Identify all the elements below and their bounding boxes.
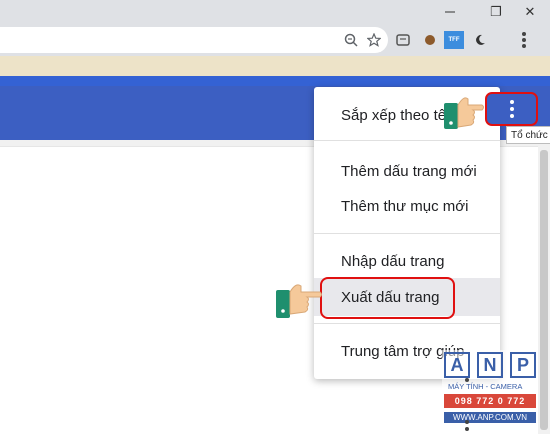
close-icon: ✕ [524,4,536,19]
watermark-tagline: MÁY TÍNH - CAMERA [448,382,523,391]
kebab-icon [509,100,514,104]
pointing-hand-icon [442,89,484,138]
menu-item-add-bookmark[interactable]: Thêm dấu trang mới [314,153,500,189]
star-icon[interactable] [364,30,384,50]
pointing-hand-icon [274,278,324,327]
close-window-button[interactable]: ✕ [510,0,550,24]
moon-icon[interactable] [470,30,490,50]
minimize-icon [445,11,455,13]
watermark-letter: A [444,352,470,378]
scrollbar-thumb[interactable] [540,150,548,430]
menu-divider [314,140,500,141]
row-kebab-icon[interactable] [465,378,469,382]
menu-divider [314,323,500,324]
extension-icon[interactable] [393,30,413,50]
menu-item-import[interactable]: Nhập dấu trang [314,243,500,279]
cookie-icon[interactable] [420,30,440,50]
header-accent-strip [0,76,550,86]
anp-watermark: A N P MÁY TÍNH - CAMERA 098 772 0 772 WW… [442,350,538,434]
export-highlight-ring [320,277,455,319]
address-bar[interactable] [0,27,388,53]
organize-menu-button[interactable] [485,92,538,126]
row-kebab-icon[interactable] [465,420,469,431]
restore-icon: ❐ [490,4,502,19]
menu-item-add-folder[interactable]: Thêm thư mục mới [314,188,500,224]
bookmarks-bar [0,56,550,76]
menu-divider [314,233,500,234]
more-icon[interactable] [516,30,532,50]
watermark-website: WWW.ANP.COM.VN [444,412,536,423]
watermark-letter: N [477,352,503,378]
organize-tooltip: Tổ chức [506,126,550,144]
watermark-phone: 098 772 0 772 [444,394,536,408]
zoom-icon[interactable] [341,30,361,50]
minimize-button[interactable] [430,0,470,24]
tff-icon[interactable]: TFF [444,31,464,49]
watermark-letter: P [510,352,536,378]
